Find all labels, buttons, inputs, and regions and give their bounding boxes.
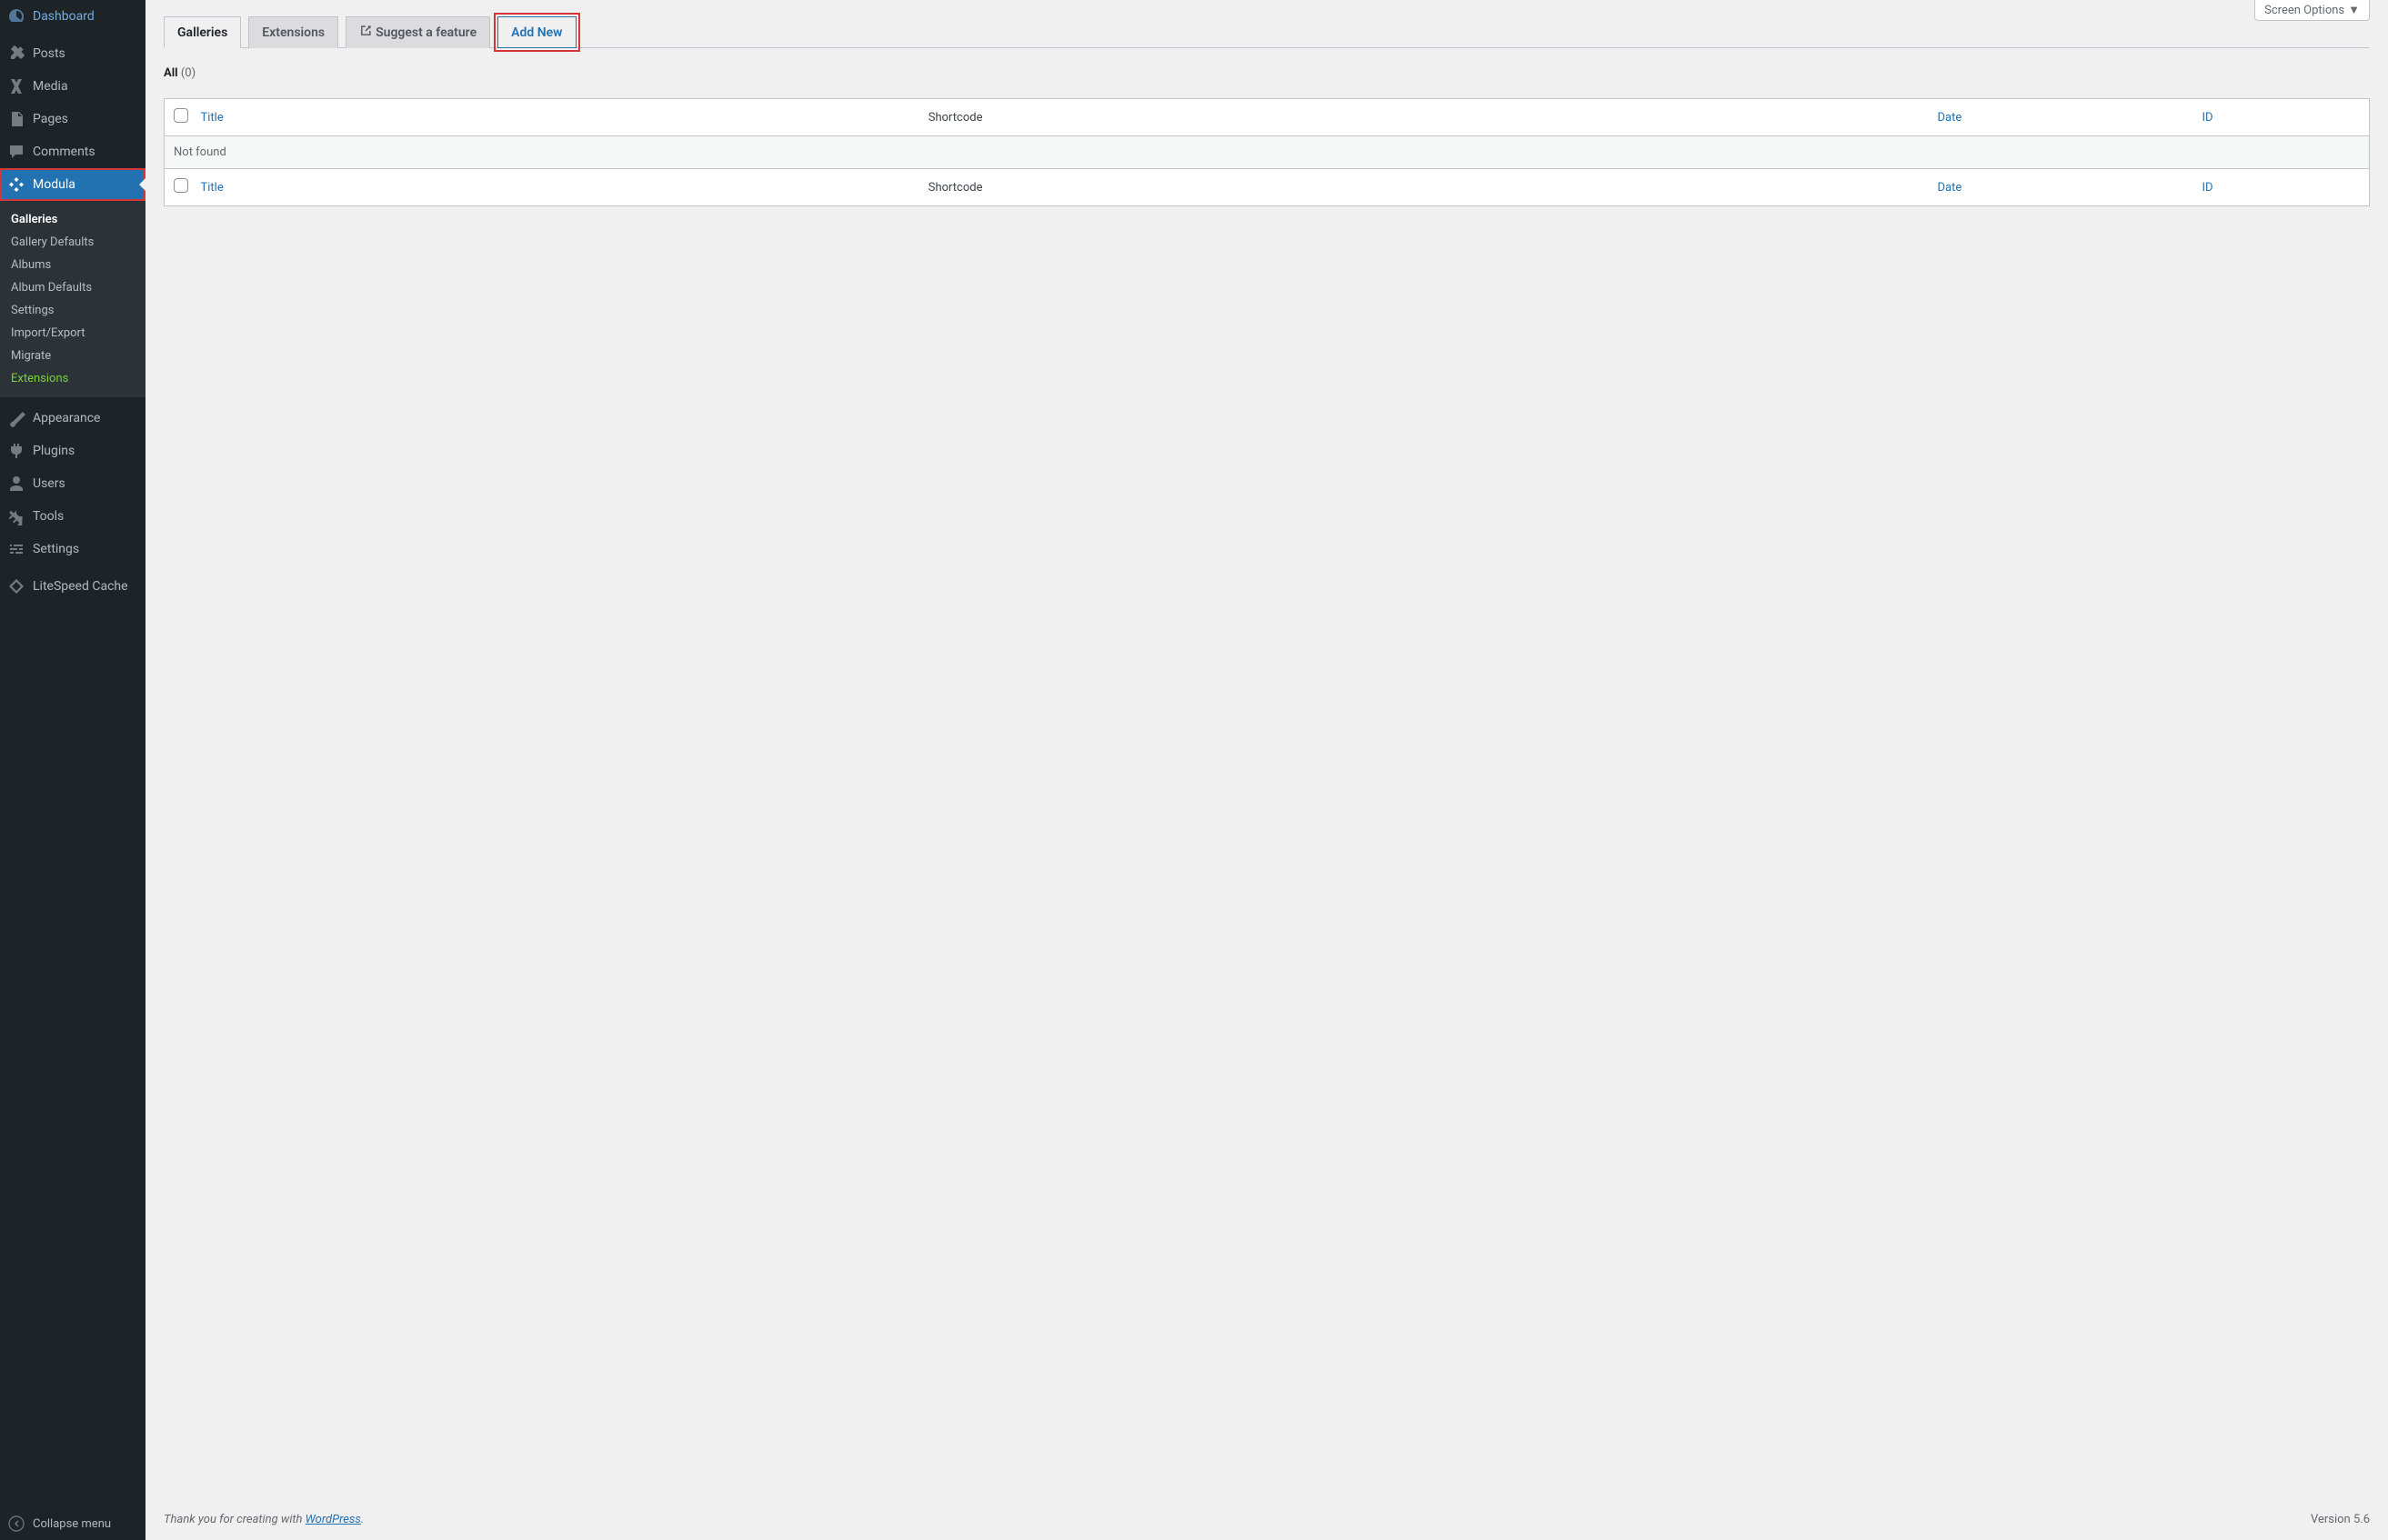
footer-version: Version 5.6 (2311, 1513, 2370, 1526)
tab-wrapper: Galleries Extensions Suggest a feature A… (164, 16, 2370, 48)
submenu-migrate[interactable]: Migrate (0, 345, 145, 367)
chevron-down-icon: ▼ (2348, 3, 2360, 17)
sidebar-item-dashboard[interactable]: Dashboard (0, 0, 145, 33)
menu-label: Settings (33, 542, 79, 556)
sidebar-item-tools[interactable]: Tools (0, 500, 145, 533)
comment-icon (7, 143, 25, 161)
sidebar-item-posts[interactable]: Posts (0, 37, 145, 70)
tab-label: Suggest a feature (376, 25, 477, 40)
column-date-footer[interactable]: Date (1929, 169, 2193, 206)
menu-label: Appearance (33, 411, 100, 425)
dashboard-icon (7, 7, 25, 25)
column-shortcode: Shortcode (919, 99, 1929, 136)
tab-galleries[interactable]: Galleries (164, 16, 241, 48)
menu-label: Dashboard (33, 9, 95, 24)
select-all-header (165, 99, 192, 136)
main-content: Screen Options ▼ Galleries Extensions Su… (145, 0, 2388, 1540)
submenu-albums[interactable]: Albums (0, 254, 145, 276)
sidebar-item-litespeed[interactable]: LiteSpeed Cache (0, 570, 145, 603)
column-title-footer[interactable]: Title (192, 169, 919, 206)
content-area: Galleries Extensions Suggest a feature A… (145, 0, 2388, 1499)
plug-icon (7, 442, 25, 460)
column-id-footer[interactable]: ID (2193, 169, 2370, 206)
menu-label: Comments (33, 145, 95, 159)
pin-icon (7, 45, 25, 63)
brush-icon (7, 409, 25, 427)
table-header-row: Title Shortcode Date ID (165, 99, 2370, 136)
submenu-album-defaults[interactable]: Album Defaults (0, 276, 145, 299)
menu-label: Plugins (33, 444, 75, 458)
filter-count: (0) (181, 66, 196, 80)
wordpress-link[interactable]: WordPress (306, 1513, 361, 1526)
sidebar-item-users[interactable]: Users (0, 467, 145, 500)
sidebar-item-appearance[interactable]: Appearance (0, 402, 145, 435)
user-icon (7, 475, 25, 493)
menu-label: Users (33, 476, 65, 491)
menu-label: Modula (33, 177, 75, 192)
empty-row: Not found (165, 136, 2370, 169)
tab-suggest-feature[interactable]: Suggest a feature (346, 16, 490, 48)
submenu-import-export[interactable]: Import/Export (0, 322, 145, 345)
screen-options-label: Screen Options (2264, 4, 2344, 17)
sidebar-item-pages[interactable]: Pages (0, 103, 145, 135)
filter-all[interactable]: All (164, 66, 178, 80)
column-date[interactable]: Date (1929, 99, 2193, 136)
sidebar-item-media[interactable]: Media (0, 70, 145, 103)
collapse-icon (7, 1515, 25, 1533)
gallery-icon (7, 175, 25, 194)
sidebar-item-modula[interactable]: Modula (0, 168, 145, 201)
sliders-icon (7, 540, 25, 558)
menu-label: Tools (33, 509, 64, 524)
submenu-extensions[interactable]: Extensions (0, 367, 145, 390)
galleries-table: Title Shortcode Date ID Not found Title … (164, 98, 2370, 206)
submenu-gallery-defaults[interactable]: Gallery Defaults (0, 231, 145, 254)
admin-sidebar: Dashboard Posts Media Pages Comments Mod… (0, 0, 145, 1540)
empty-message: Not found (165, 136, 2370, 169)
select-all-footer (165, 169, 192, 206)
menu-label: Media (33, 79, 68, 94)
menu-label: Pages (33, 112, 68, 126)
collapse-label: Collapse menu (33, 1517, 111, 1531)
submenu-galleries[interactable]: Galleries (0, 208, 145, 231)
thanks-prefix: Thank you for creating with (164, 1513, 306, 1526)
menu-label: LiteSpeed Cache (33, 579, 128, 594)
external-link-icon (359, 25, 372, 41)
sidebar-item-comments[interactable]: Comments (0, 135, 145, 168)
submenu-settings[interactable]: Settings (0, 299, 145, 322)
footer-thanks: Thank you for creating with WordPress. (164, 1513, 364, 1526)
sidebar-item-plugins[interactable]: Plugins (0, 435, 145, 467)
pages-icon (7, 110, 25, 128)
admin-footer: Thank you for creating with WordPress. V… (145, 1499, 2388, 1540)
tab-extensions[interactable]: Extensions (248, 16, 338, 48)
collapse-menu[interactable]: Collapse menu (0, 1507, 145, 1540)
tab-add-new[interactable]: Add New (497, 16, 576, 48)
wrench-icon (7, 507, 25, 525)
column-id[interactable]: ID (2193, 99, 2370, 136)
cache-icon (7, 577, 25, 595)
sidebar-item-settings[interactable]: Settings (0, 533, 145, 565)
table-footer-row: Title Shortcode Date ID (165, 169, 2370, 206)
submenu-modula: Galleries Gallery Defaults Albums Album … (0, 201, 145, 397)
menu-label: Posts (33, 46, 65, 61)
column-title[interactable]: Title (192, 99, 919, 136)
select-all-checkbox[interactable] (174, 108, 188, 123)
screen-options-button[interactable]: Screen Options ▼ (2254, 0, 2370, 21)
column-shortcode-footer: Shortcode (919, 169, 1929, 206)
filter-links: All (0) (164, 66, 2370, 80)
media-icon (7, 77, 25, 95)
select-all-checkbox-footer[interactable] (174, 178, 188, 193)
